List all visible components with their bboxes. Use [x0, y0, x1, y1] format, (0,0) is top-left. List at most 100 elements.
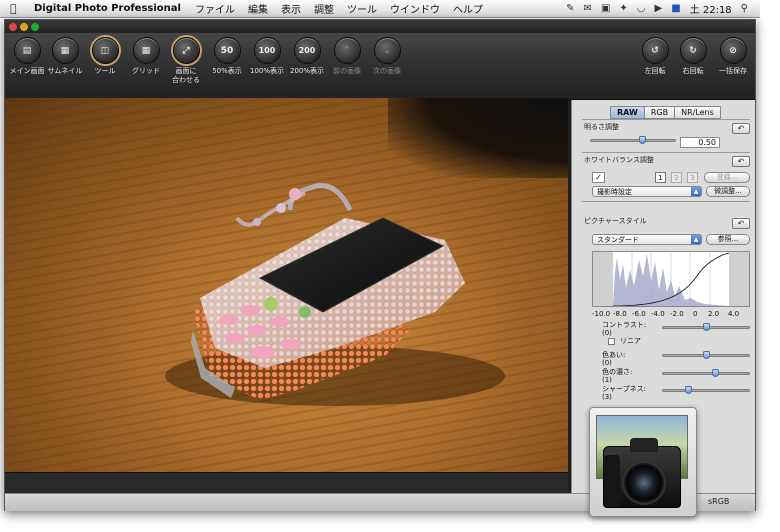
prev-image-icon: ⌃ — [333, 37, 361, 64]
wb-register-button[interactable]: 登録... — [704, 172, 750, 183]
bluetooth-icon[interactable]: ✦ — [619, 3, 627, 14]
brightness-reset-button[interactable]: ↶ — [732, 123, 750, 134]
saturation-name: 色の濃さ: — [602, 368, 633, 376]
minimize-window-button[interactable] — [20, 23, 28, 31]
next-image-button[interactable]: ⌄ 次の画像 — [365, 37, 409, 76]
rotate-right-button[interactable]: ↻ 右回転 — [671, 37, 715, 76]
wb-preset-3[interactable]: 3 — [687, 172, 698, 183]
close-window-button[interactable] — [9, 23, 17, 31]
phone-strap — [235, 183, 353, 227]
saturation-slider[interactable] — [662, 372, 750, 375]
histogram-axis-label: -4.0 — [651, 310, 665, 318]
next-image-icon: ⌄ — [373, 37, 401, 64]
palette-tabs: RAW RGB NR/Lens — [610, 106, 721, 119]
white-balance-title: ホワイトバランス調整 — [584, 156, 654, 164]
color-tone-label: 色あい: (0) — [602, 351, 625, 367]
picture-style-browse-button[interactable]: 参照... — [706, 234, 750, 245]
rotate-right-label: 右回転 — [682, 67, 704, 75]
histogram-axis-label: -6.0 — [632, 310, 646, 318]
saturation-label: 色の濃さ: (1) — [602, 368, 632, 384]
histogram-axis-label: 0 — [693, 310, 698, 318]
sharpness-label: シャープネス: (3) — [602, 385, 646, 401]
brightness-slider-knob[interactable] — [639, 136, 646, 144]
app-menu[interactable]: Digital Photo Professional — [34, 3, 181, 14]
tool-button[interactable]: ◫ ツール — [83, 37, 127, 76]
grid-icon: ▦ — [132, 37, 160, 64]
zoom-window-button[interactable] — [31, 23, 39, 31]
divider — [582, 119, 750, 120]
brightness-value[interactable]: 0.50 — [680, 137, 720, 148]
volume-icon[interactable]: ▶ — [655, 3, 663, 14]
histogram-axis-label: -10.0 — [592, 310, 611, 318]
picture-style-title: ピクチャースタイル — [584, 217, 647, 225]
prev-image-label: 前の画像 — [333, 67, 361, 75]
wb-preset-1[interactable]: 1 — [655, 172, 666, 183]
tool-label: ツール — [94, 67, 116, 75]
title-bar — [5, 20, 755, 33]
tone-curve-histogram[interactable] — [592, 251, 750, 307]
divider — [582, 201, 750, 202]
menu-file[interactable]: ファイル — [195, 1, 235, 16]
picture-style-select[interactable]: スタンダード ▲ — [592, 234, 702, 245]
tab-rgb[interactable]: RGB — [643, 106, 676, 119]
color-tone-slider-knob[interactable] — [703, 351, 710, 359]
grid-label: グリッド — [132, 67, 160, 75]
zoom-200-button[interactable]: 200 200%表示 — [285, 37, 329, 76]
image-preview[interactable] — [5, 98, 568, 472]
white-balance-select[interactable]: 撮影時設定 ▲ — [592, 186, 702, 197]
menu-help[interactable]: ヘルプ — [453, 1, 483, 16]
tab-nr-lens[interactable]: NR/Lens — [674, 106, 721, 119]
fit-screen-button[interactable]: ⤢ 画面に 合わせる — [164, 37, 208, 85]
mail-icon[interactable]: ✉ — [584, 3, 592, 14]
histogram-axis-label: 2.0 — [708, 310, 720, 318]
contrast-name: コントラスト: — [602, 321, 647, 329]
histogram-axis-label: 4.0 — [728, 310, 740, 318]
next-image-label: 次の画像 — [373, 67, 401, 75]
spotlight-icon[interactable]: ⚲ — [741, 3, 748, 14]
sharpness-slider[interactable] — [662, 389, 750, 392]
prev-image-button[interactable]: ⌃ 前の画像 — [325, 37, 369, 76]
batch-save-icon: ⊘ — [719, 37, 747, 64]
zoom-50-button[interactable]: 50 50%表示 — [205, 37, 249, 76]
brightness-slider[interactable] — [590, 139, 676, 142]
menu-edit[interactable]: 編集 — [248, 1, 268, 16]
fit-screen-icon: ⤢ — [172, 37, 200, 64]
picture-style-reset-button[interactable]: ↶ — [732, 218, 750, 229]
phone-photo — [165, 183, 505, 406]
linear-checkbox[interactable] — [608, 338, 615, 345]
sharpness-name: シャープネス: — [602, 385, 646, 393]
script-icon[interactable]: ✎ — [566, 3, 574, 14]
menu-tools[interactable]: ツール — [347, 1, 377, 16]
zoom-200-icon: 200 — [293, 37, 321, 64]
rotate-right-icon: ↻ — [679, 37, 707, 64]
grid-button[interactable]: ▦ グリッド — [124, 37, 168, 76]
clock[interactable]: 土 22:18 — [690, 1, 732, 16]
menu-view[interactable]: 表示 — [281, 1, 301, 16]
contrast-slider-knob[interactable] — [703, 323, 710, 331]
sharpness-slider-knob[interactable] — [685, 386, 692, 394]
saturation-slider-knob[interactable] — [712, 369, 719, 377]
display-icon[interactable]: ▣ — [601, 3, 610, 14]
eyedropper-icon[interactable]: ✓ — [592, 172, 605, 183]
menu-adjust[interactable]: 調整 — [314, 1, 334, 16]
chevron-down-icon: ▲ — [691, 235, 701, 244]
flag-icon[interactable]: ■ — [671, 3, 680, 14]
tool-icon: ◫ — [91, 37, 119, 64]
thumbnail-button[interactable]: ▦ サムネイル — [43, 37, 87, 76]
color-space-label: sRGB — [708, 497, 730, 506]
zoom-100-icon: 100 — [253, 37, 281, 64]
wb-fine-tune-button[interactable]: 微調整... — [706, 186, 750, 197]
status-menus: ✎ ✉ ▣ ✦ ◡ ▶ ■ 土 22:18 ⚲ — [566, 1, 760, 16]
zoom-100-button[interactable]: 100 100%表示 — [245, 37, 289, 76]
apple-icon[interactable]:  — [10, 2, 22, 15]
white-balance-reset-button[interactable]: ↶ — [732, 156, 750, 167]
color-tone-name: 色あい: — [602, 351, 626, 359]
tab-raw[interactable]: RAW — [610, 106, 645, 119]
saturation-value: (1) — [602, 376, 612, 384]
batch-save-button[interactable]: ⊘ 一括保存 — [711, 37, 755, 76]
menu-window[interactable]: ウインドウ — [390, 1, 440, 16]
wifi-icon[interactable]: ◡ — [637, 3, 646, 14]
brightness-title: 明るさ調整 — [584, 123, 619, 131]
linear-label: リニア — [620, 337, 641, 345]
wb-preset-2[interactable]: 2 — [671, 172, 682, 183]
